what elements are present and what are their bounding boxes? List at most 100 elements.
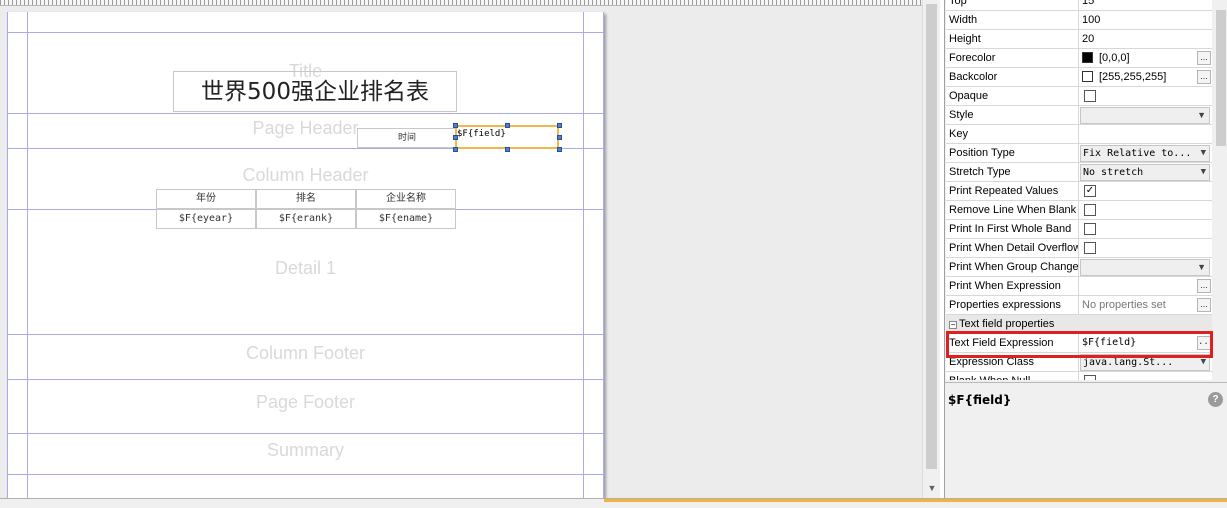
property-name: Stretch Type [946,163,1079,181]
property-value-print-in-first-whole-band[interactable] [1080,220,1212,238]
style-dropdown[interactable]: ▼ [1080,107,1210,124]
help-icon[interactable]: ? [1208,392,1223,407]
detail-field-year[interactable]: $F{eyear} [156,209,256,229]
band-detail-label: Detail 1 [274,258,337,278]
property-row-stretch-type[interactable]: Stretch Type No stretch ▼ [946,163,1212,182]
position-type-dropdown[interactable]: Fix Relative to... ▼ [1080,145,1210,162]
collapse-icon[interactable]: − [949,321,957,329]
forecolor-swatch[interactable] [1082,52,1093,63]
chevron-down-icon[interactable]: ▼ [1201,146,1206,161]
detail-band-bottom[interactable] [7,334,604,335]
column-footer-band-bottom[interactable] [7,379,604,380]
property-name: Blank When Null [946,372,1079,380]
resize-handle-w[interactable] [453,135,458,140]
designer-scroll-thumb[interactable] [926,4,937,469]
property-value-width[interactable]: 100 [1080,11,1212,29]
report-designer-canvas[interactable]: Title Page Header Column Header Detail 1… [0,0,940,498]
property-row-key[interactable]: Key [946,125,1212,144]
properties-scroll-thumb[interactable] [1216,10,1226,146]
forecolor-ellipsis-button[interactable]: ... [1197,51,1211,65]
chevron-down-icon[interactable]: ▼ [1201,165,1206,180]
property-name: Opaque [946,87,1079,105]
property-row-top[interactable]: Top 15 [946,0,1212,11]
property-value-key[interactable] [1080,125,1212,143]
property-value-top[interactable]: 15 [1080,0,1212,10]
property-row-print-in-first-whole-band[interactable]: Print In First Whole Band [946,220,1212,239]
print-repeated-values-checkbox[interactable]: ✓ [1084,185,1096,197]
property-value-forecolor[interactable]: [0,0,0] ... [1080,49,1212,67]
stretch-type-dropdown[interactable]: No stretch ▼ [1080,164,1210,181]
bottom-status-bar [0,498,1227,508]
properties-expressions-ellipsis-button[interactable]: ... [1197,298,1211,312]
chevron-down-icon[interactable]: ▼ [1197,108,1206,123]
column-header-rank[interactable]: 排名 [256,189,356,209]
detail-field-company[interactable]: $F{ename} [356,209,456,229]
property-value-print-when-expression[interactable]: ... [1080,277,1212,295]
band-column-header-label: Column Header [242,165,369,185]
property-name: Backcolor [946,68,1079,86]
property-row-print-when-group-changes[interactable]: Print When Group Changes ▼ [946,258,1212,277]
blank-when-null-checkbox[interactable] [1084,375,1096,380]
resize-handle-n[interactable] [505,123,510,128]
title-band-bottom[interactable] [7,113,604,114]
print-in-first-whole-band-checkbox[interactable] [1084,223,1096,235]
property-value-backcolor[interactable]: [255,255,255] ... [1080,68,1212,86]
property-value-height[interactable]: 20 [1080,30,1212,48]
property-name: Remove Line When Blank [946,201,1079,219]
property-row-width[interactable]: Width 100 [946,11,1212,30]
property-value-blank-when-null[interactable] [1080,372,1212,380]
resize-handle-se[interactable] [557,147,562,152]
property-name: Print In First Whole Band [946,220,1079,238]
resize-handle-e[interactable] [557,135,562,140]
left-margin-guide [27,12,28,498]
resize-handle-ne[interactable] [557,123,562,128]
print-when-group-changes-dropdown[interactable]: ▼ [1080,259,1210,276]
property-row-remove-line-when-blank[interactable]: Remove Line When Blank [946,201,1212,220]
property-row-style[interactable]: Style ▼ [946,106,1212,125]
property-value-print-repeated-values[interactable]: ✓ [1080,182,1212,200]
column-header-company[interactable]: 企业名称 [356,189,456,209]
properties-scrollbar[interactable] [1214,0,1227,380]
scroll-down-arrow-icon[interactable]: ▼ [923,480,940,496]
left-edge-guide [7,12,8,498]
description-title: $F{field} [948,393,1012,407]
property-name: Print When Expression [946,277,1079,295]
property-row-position-type[interactable]: Position Type Fix Relative to... ▼ [946,144,1212,163]
active-tab-indicator [604,499,1227,502]
report-page[interactable]: Title Page Header Column Header Detail 1… [7,12,604,498]
property-value-remove-line-when-blank[interactable] [1080,201,1212,219]
print-when-expression-ellipsis-button[interactable]: ... [1197,279,1211,293]
column-header-year[interactable]: 年份 [156,189,256,209]
property-name: Style [946,106,1079,124]
backcolor-swatch[interactable] [1082,71,1093,82]
remove-line-when-blank-checkbox[interactable] [1084,204,1096,216]
print-when-detail-overflow-checkbox[interactable] [1084,242,1096,254]
chevron-down-icon[interactable]: ▼ [1197,260,1206,275]
selected-field-expression-text[interactable]: $F{field} [457,129,506,139]
properties-expressions-value: No properties set [1082,299,1166,311]
page-footer-band-bottom[interactable] [7,433,604,434]
property-value-print-when-detail-overflow[interactable] [1080,239,1212,257]
property-row-print-when-expression[interactable]: Print When Expression ... [946,277,1212,296]
opaque-checkbox[interactable] [1084,90,1096,102]
designer-vertical-scrollbar[interactable]: ▼ [922,0,940,498]
backcolor-ellipsis-button[interactable]: ... [1197,70,1211,84]
property-row-print-repeated-values[interactable]: Print Repeated Values ✓ [946,182,1212,201]
report-title-text[interactable]: 世界500强企业排名表 [173,72,457,112]
time-static-label[interactable]: 时间 [357,128,457,148]
resize-handle-sw[interactable] [453,147,458,152]
property-value-properties-expressions[interactable]: No properties set ... [1080,296,1212,314]
resize-handle-s[interactable] [505,147,510,152]
property-row-height[interactable]: Height 20 [946,30,1212,49]
property-row-blank-when-null[interactable]: Blank When Null [946,372,1212,380]
property-sheet[interactable]: Top 15 Width 100 Height 20 Forecolor [0,… [946,0,1212,380]
property-row-properties-expressions[interactable]: Properties expressions No properties set… [946,296,1212,315]
property-row-forecolor[interactable]: Forecolor [0,0,0] ... [946,49,1212,68]
property-row-print-when-detail-overflow[interactable]: Print When Detail Overflow [946,239,1212,258]
resize-handle-nw[interactable] [453,123,458,128]
property-row-opaque[interactable]: Opaque [946,87,1212,106]
detail-field-rank[interactable]: $F{erank} [256,209,356,229]
property-value-opaque[interactable] [1080,87,1212,105]
property-row-backcolor[interactable]: Backcolor [255,255,255] ... [946,68,1212,87]
summary-band-bottom[interactable] [7,474,604,475]
